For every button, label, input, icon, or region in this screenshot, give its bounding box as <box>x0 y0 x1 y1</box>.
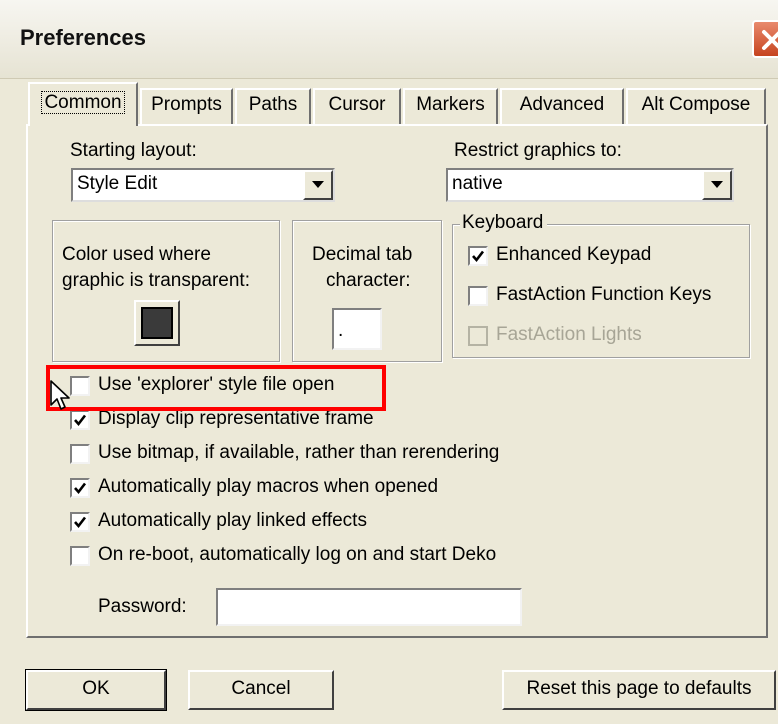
transparent-color-swatch <box>141 307 173 339</box>
starting-layout-dropdown-button[interactable] <box>303 170 333 200</box>
decimal-tab-value: . <box>338 320 344 341</box>
decimal-tab-input[interactable]: . <box>332 308 382 350</box>
mouse-cursor-icon <box>50 380 70 410</box>
transparent-color-label-line1: Color used where <box>62 244 211 265</box>
restrict-graphics-label: Restrict graphics to: <box>454 140 622 161</box>
fastaction-function-keys-checkbox[interactable] <box>468 286 488 306</box>
checkmark-icon <box>74 482 87 495</box>
restrict-graphics-dropdown-button[interactable] <box>702 170 732 200</box>
display-clip-frame-label: Display clip representative frame <box>98 408 374 429</box>
fastaction-lights-label: FastAction Lights <box>496 324 642 345</box>
autoplay-linked-effects-checkbox[interactable] <box>70 512 90 532</box>
reboot-logon-label: On re-boot, automatically log on and sta… <box>98 544 497 565</box>
checkmark-icon <box>472 250 485 263</box>
display-clip-frame-checkbox[interactable] <box>70 410 90 430</box>
starting-layout-label: Starting layout: <box>70 140 197 161</box>
checkmark-icon <box>74 414 87 427</box>
autoplay-linked-effects-label: Automatically play linked effects <box>98 510 367 531</box>
reset-defaults-button[interactable]: Reset this page to defaults <box>502 670 776 710</box>
keyboard-group-title: Keyboard <box>460 212 548 234</box>
checkmark-icon <box>74 516 87 529</box>
use-bitmap-label: Use bitmap, if available, rather than re… <box>98 442 500 463</box>
highlight-box <box>46 365 386 411</box>
cancel-button[interactable]: Cancel <box>188 670 334 710</box>
reboot-logon-checkbox[interactable] <box>70 546 90 566</box>
enhanced-keypad-checkbox[interactable] <box>468 246 488 266</box>
ok-button-label: OK <box>82 678 110 699</box>
use-bitmap-checkbox[interactable] <box>70 444 90 464</box>
fastaction-function-keys-label: FastAction Function Keys <box>496 284 712 305</box>
decimal-tab-label-line2: character: <box>326 270 411 291</box>
transparent-color-label-line2: graphic is transparent: <box>62 270 250 291</box>
reset-defaults-button-label: Reset this page to defaults <box>526 678 752 699</box>
password-input[interactable] <box>216 588 522 626</box>
fastaction-lights-checkbox <box>468 326 488 346</box>
chevron-down-icon <box>711 181 723 188</box>
decimal-tab-label-line1: Decimal tab <box>312 244 413 265</box>
restrict-graphics-select[interactable]: native <box>446 168 734 202</box>
starting-layout-value: Style Edit <box>77 173 158 194</box>
restrict-graphics-value: native <box>452 173 503 194</box>
chevron-down-icon <box>312 181 324 188</box>
autoplay-macros-label: Automatically play macros when opened <box>98 476 439 497</box>
autoplay-macros-checkbox[interactable] <box>70 478 90 498</box>
cancel-button-label: Cancel <box>231 678 291 699</box>
enhanced-keypad-label: Enhanced Keypad <box>496 244 652 265</box>
ok-button[interactable]: OK <box>25 669 167 711</box>
password-label: Password: <box>98 596 187 617</box>
starting-layout-select[interactable]: Style Edit <box>71 168 335 202</box>
transparent-color-button[interactable] <box>134 300 180 346</box>
